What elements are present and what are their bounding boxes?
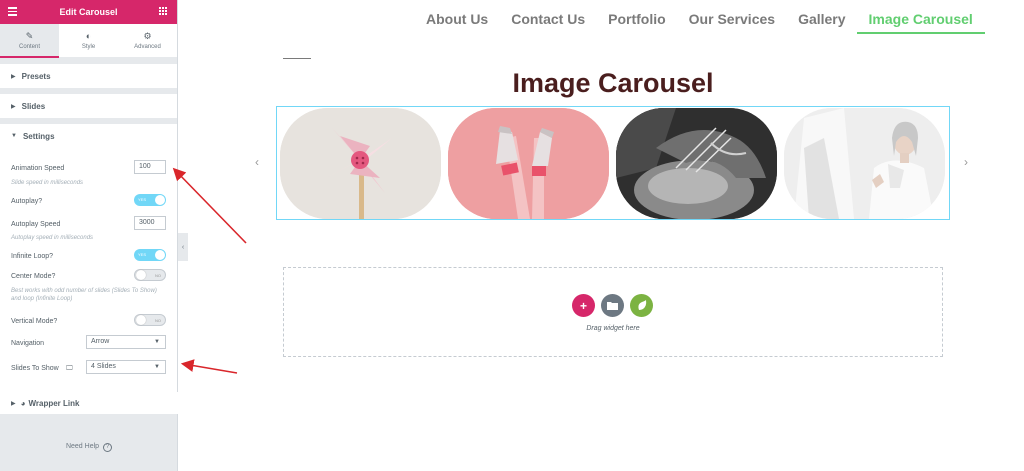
divider xyxy=(283,58,311,59)
add-section-button[interactable]: + xyxy=(572,294,595,317)
sneakers-image xyxy=(448,108,609,219)
plus-icon: + xyxy=(579,298,587,313)
panel-collapse-handle[interactable]: ‹ xyxy=(178,233,188,261)
pencil-icon: ✎ xyxy=(25,30,34,41)
section-presets-label: Presets xyxy=(21,71,51,81)
main-nav: About Us Contact Us Portfolio Our Servic… xyxy=(426,11,985,34)
animation-speed-label: Animation Speed xyxy=(11,165,65,172)
question-circle-icon: ? xyxy=(103,443,113,452)
center-mode-hint: Best works with odd number of slides (Sl… xyxy=(11,288,157,302)
navigation-select[interactable]: Arrow ▼ xyxy=(86,335,166,349)
nav-image-carousel[interactable]: Image Carousel xyxy=(856,11,985,34)
section-slides[interactable]: ▶ Slides xyxy=(0,94,177,118)
add-template-button[interactable] xyxy=(601,294,624,317)
vertical-mode-label: Vertical Mode? xyxy=(11,318,58,325)
caret-down-icon: ▼ xyxy=(11,133,17,139)
section-settings[interactable]: ▼ Settings xyxy=(0,124,177,148)
image-carousel xyxy=(276,106,950,220)
slides-to-show-label: Slides To Show xyxy=(11,365,59,372)
folder-icon xyxy=(607,302,618,310)
red-arrow-slides-to-show xyxy=(180,359,238,374)
carousel-slide-hands[interactable] xyxy=(616,108,777,219)
tab-content-label: Content xyxy=(18,43,40,50)
drag-widget-text: Drag widget here xyxy=(586,325,640,332)
center-mode-toggle[interactable]: NO xyxy=(134,269,166,281)
caret-right-icon: ▶ xyxy=(11,400,16,407)
infinite-loop-toggle-text: YES xyxy=(138,252,147,257)
need-help-link[interactable]: Need Help? xyxy=(0,443,178,452)
autoplay-speed-row: Autoplay Speed 3000 xyxy=(11,216,166,230)
animation-speed-input[interactable]: 100 xyxy=(134,160,166,174)
nav-contact-us[interactable]: Contact Us xyxy=(511,11,585,34)
autoplay-speed-hint: Autoplay speed in milliseconds xyxy=(11,235,94,241)
center-mode-row: Center Mode? NO xyxy=(11,269,166,281)
hamburger-menu-icon[interactable] xyxy=(8,7,17,16)
panel-title: Edit Carousel xyxy=(59,7,118,17)
nav-about-us[interactable]: About Us xyxy=(426,11,488,34)
caret-right-icon: ▶ xyxy=(11,73,16,80)
caret-right-icon: ▶ xyxy=(11,103,16,110)
autoplay-speed-label: Autoplay Speed xyxy=(11,221,61,228)
nav-portfolio[interactable]: Portfolio xyxy=(608,11,666,34)
panel-tabs: ✎ Content ◐ Style ⚙ Advanced xyxy=(0,24,177,58)
animation-speed-row: Animation Speed 100 xyxy=(11,160,166,174)
pinwheel-image xyxy=(280,108,441,219)
navigation-select-value: Arrow xyxy=(91,338,110,345)
editor-panel: Edit Carousel ✎ Content ◐ Style ⚙ Advanc… xyxy=(0,0,178,471)
slides-to-show-value: 4 Slides xyxy=(91,363,116,370)
infinite-loop-toggle[interactable]: YES xyxy=(134,249,166,261)
autoplay-toggle[interactable]: YES xyxy=(134,194,166,206)
desktop-monitor-icon[interactable]: 🖵 xyxy=(66,365,73,373)
section-presets[interactable]: ▶ Presets xyxy=(0,64,177,88)
section-wrapper-link[interactable]: ▶ ◕ Wrapper Link xyxy=(0,392,178,414)
tab-advanced-label: Advanced xyxy=(134,44,161,50)
section-wrapper-link-label: Wrapper Link xyxy=(28,398,80,408)
navigation-row: Navigation Arrow ▼ xyxy=(11,335,166,349)
widget-drop-zone[interactable]: + Drag widget here xyxy=(283,267,943,357)
link-circle-icon: ◕ xyxy=(20,398,26,408)
center-mode-label: Center Mode? xyxy=(11,273,56,280)
section-settings-label: Settings xyxy=(22,131,55,141)
nav-our-services[interactable]: Our Services xyxy=(689,11,775,34)
tab-style-label: Style xyxy=(81,44,96,50)
select-arrow-icon: ▼ xyxy=(154,339,160,345)
animation-speed-hint: Slide speed in milliseconds xyxy=(11,180,84,186)
panel-header: Edit Carousel xyxy=(0,0,177,24)
chevron-left-icon[interactable]: ‹ xyxy=(255,155,259,169)
autoplay-label: Autoplay? xyxy=(11,198,43,205)
need-help-label: Need Help xyxy=(65,443,100,450)
tab-style[interactable]: ◐ Style xyxy=(59,24,118,58)
carousel-slide-sneakers[interactable] xyxy=(448,108,609,219)
infinite-loop-row: Infinite Loop? YES xyxy=(11,249,166,261)
nav-gallery[interactable]: Gallery xyxy=(798,11,845,34)
envato-kit-button[interactable] xyxy=(630,294,653,317)
carousel-slide-woman[interactable] xyxy=(784,108,945,219)
slides-to-show-row: Slides To Show 🖵 4 Slides ▼ xyxy=(11,360,166,374)
center-mode-toggle-text: NO xyxy=(155,273,161,278)
gear-icon: ⚙ xyxy=(143,31,152,41)
carousel-slide-pinwheel[interactable] xyxy=(280,108,441,219)
section-slides-label: Slides xyxy=(21,101,46,111)
infinite-loop-label: Infinite Loop? xyxy=(11,253,54,260)
vertical-mode-toggle-text: NO xyxy=(155,318,161,323)
widgets-grid-icon[interactable] xyxy=(159,7,167,15)
tab-content[interactable]: ✎ Content xyxy=(0,24,59,58)
autoplay-speed-input[interactable]: 3000 xyxy=(134,216,166,230)
select-arrow-icon: ▼ xyxy=(154,364,160,370)
tab-advanced[interactable]: ⚙ Advanced xyxy=(118,24,177,58)
navigation-label: Navigation xyxy=(11,340,45,347)
hands-tying-shoe-image xyxy=(616,108,777,219)
autoplay-toggle-text: YES xyxy=(138,197,147,202)
woman-white-shirt-image xyxy=(784,108,945,219)
vertical-mode-row: Vertical Mode? NO xyxy=(11,314,166,326)
leaf-icon xyxy=(637,300,646,310)
page-title: Image Carousel xyxy=(512,68,714,98)
slides-to-show-select[interactable]: 4 Slides ▼ xyxy=(86,360,166,374)
chevron-right-icon[interactable]: › xyxy=(964,155,968,169)
autoplay-row: Autoplay? YES xyxy=(11,194,166,206)
half-circle-icon: ◐ xyxy=(85,31,92,41)
settings-body: Animation Speed 100 Slide speed in milli… xyxy=(0,148,177,396)
vertical-mode-toggle[interactable]: NO xyxy=(134,314,166,326)
